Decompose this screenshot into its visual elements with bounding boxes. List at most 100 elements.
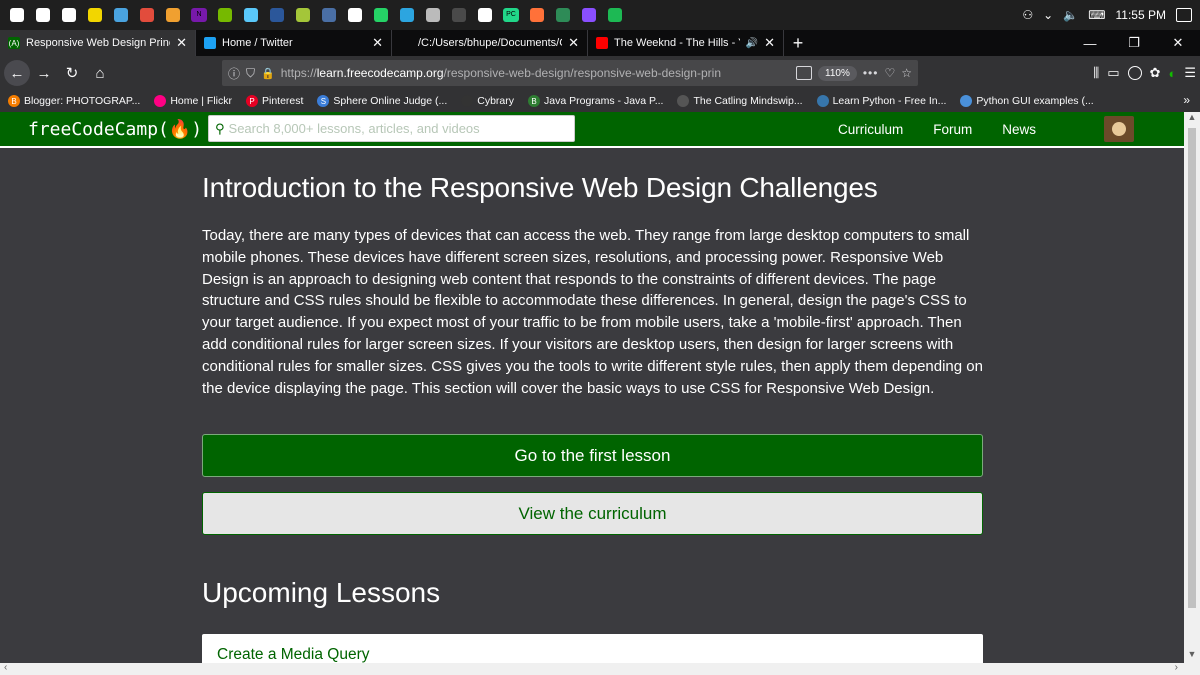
tab-close-icon[interactable]: ✕ — [764, 35, 775, 51]
taskbar-clock[interactable]: 11:55 PM — [1116, 8, 1166, 22]
view-curriculum-button[interactable]: View the curriculum — [202, 492, 983, 536]
bookmark-item[interactable]: Python GUI examples (... — [960, 95, 1107, 107]
horizontal-scrollbar[interactable]: ‹ › — [0, 662, 1200, 675]
library-icon[interactable]: ⫼ — [1093, 65, 1099, 81]
menu-icon[interactable]: ☰ — [1184, 65, 1196, 81]
web-page: freeCodeCamp(🔥) ⚲ Curriculum Forum News … — [0, 112, 1184, 663]
app-green-icon[interactable] — [550, 0, 576, 30]
reload-button[interactable]: ↻ — [58, 59, 86, 87]
pycharm-icon[interactable]: PC — [498, 0, 524, 30]
new-tab-button[interactable]: + — [784, 30, 812, 56]
back-button[interactable]: ← — [4, 60, 30, 86]
mail-icon[interactable] — [56, 0, 82, 30]
keyboard-icon[interactable]: ⌨ — [1088, 8, 1105, 22]
bookmark-star-icon[interactable]: ☆ — [901, 66, 912, 80]
browser-tab-bar: (A) Responsive Web Design Princip ✕ Home / … — [0, 30, 1200, 56]
photos-icon[interactable] — [160, 0, 186, 30]
volume-icon[interactable]: 🔈 — [1063, 8, 1078, 22]
android-icon[interactable] — [290, 0, 316, 30]
bookmark-label: Learn Python - Free In... — [832, 95, 947, 107]
restore-button[interactable]: ❐ — [1112, 35, 1156, 51]
chevron-up-icon[interactable]: ⌄ — [1043, 8, 1053, 22]
zoom-level-badge[interactable]: 110% — [818, 65, 857, 81]
extension-green-icon[interactable]: ◐ — [1168, 66, 1176, 81]
bookmark-item[interactable]: P Pinterest — [245, 95, 317, 107]
account-icon[interactable] — [1127, 66, 1142, 80]
bookmark-favicon-icon — [154, 95, 167, 107]
bookmarks-overflow-icon[interactable]: » — [1183, 93, 1190, 107]
bookmark-item[interactable]: Cybrary — [461, 95, 528, 107]
upcoming-lessons-heading: Upcoming Lessons — [202, 577, 441, 609]
info-icon[interactable]: ⓘ — [228, 65, 240, 82]
bookmark-item[interactable]: B Blogger: PHOTOGRAP... — [8, 95, 154, 107]
tab-close-icon[interactable]: ✕ — [568, 35, 579, 51]
scroll-up-icon[interactable]: ▲ — [1184, 112, 1200, 126]
lock-icon[interactable]: 🔒 — [261, 67, 275, 80]
search-icon: ⚲ — [215, 120, 225, 136]
browser-tab[interactable]: The Weeknd - The Hills - Yo 🔊 ✕ — [588, 30, 784, 56]
git-icon[interactable] — [472, 0, 498, 30]
extension-icon[interactable]: ✿ — [1150, 65, 1161, 81]
opera-icon[interactable] — [342, 0, 368, 30]
tab-audio-icon[interactable]: 🔊 — [746, 38, 758, 49]
sidebar-icon[interactable]: ▭ — [1107, 65, 1119, 81]
scroll-right-icon[interactable]: › — [1175, 662, 1178, 673]
itunes-icon[interactable] — [238, 0, 264, 30]
minimize-button[interactable]: — — [1068, 36, 1112, 51]
shield-icon[interactable]: ⛉ — [246, 66, 255, 81]
scroll-thumb[interactable] — [1188, 128, 1196, 608]
first-lesson-button[interactable]: Go to the first lesson — [202, 434, 983, 478]
whatsapp-icon[interactable] — [368, 0, 394, 30]
media-icon[interactable] — [316, 0, 342, 30]
gfe-icon[interactable] — [212, 0, 238, 30]
nav-link-forum[interactable]: Forum — [933, 122, 972, 137]
spotify-icon[interactable] — [602, 0, 628, 30]
people-icon[interactable]: ⚇ — [1022, 8, 1033, 22]
system-tray: ⚇ ⌄ 🔈 ⌨ 11:55 PM — [1022, 8, 1200, 22]
search-box[interactable]: ⚲ — [208, 115, 575, 142]
chrome-icon[interactable] — [134, 0, 160, 30]
task-view-icon[interactable] — [30, 0, 56, 30]
bookmark-item[interactable]: S Sphere Online Judge (... — [317, 95, 461, 107]
bookmark-item[interactable]: Learn Python - Free In... — [816, 95, 961, 107]
fcc-logo[interactable]: freeCodeCamp(🔥) — [0, 119, 208, 140]
user-avatar[interactable] — [1104, 116, 1134, 142]
url-bar[interactable]: ⓘ ⛉ 🔒 https://learn.freecodecamp.org/res… — [222, 60, 918, 86]
search-input[interactable] — [228, 121, 559, 136]
vertical-scrollbar[interactable]: ▲ ▼ — [1184, 112, 1200, 663]
app-purple-icon[interactable] — [576, 0, 602, 30]
pocket-icon[interactable]: ♡ — [884, 66, 895, 80]
firefox-icon[interactable] — [524, 0, 550, 30]
tab-close-icon[interactable]: ✕ — [176, 35, 187, 51]
close-window-button[interactable]: ✕ — [1156, 35, 1200, 51]
lesson-card[interactable]: Create a Media Query — [202, 634, 983, 663]
vscode-icon[interactable] — [420, 0, 446, 30]
page-actions-icon[interactable]: ••• — [863, 66, 879, 80]
reader-view-icon[interactable] — [796, 66, 813, 80]
notification-icon[interactable] — [1176, 8, 1192, 22]
sublime-icon[interactable] — [446, 0, 472, 30]
url-text[interactable]: https://learn.freecodecamp.org/responsiv… — [281, 66, 759, 80]
browser-tab[interactable]: /C:/Users/bhupe/Documents/GitHu ✕ — [392, 30, 588, 56]
bookmark-item[interactable]: B Java Programs - Java P... — [528, 95, 677, 107]
tab-close-icon[interactable]: ✕ — [372, 35, 383, 51]
scroll-left-icon[interactable]: ‹ — [4, 662, 7, 673]
browser-tab[interactable]: Home / Twitter ✕ — [196, 30, 392, 56]
telegram-icon[interactable] — [394, 0, 420, 30]
nav-link-curriculum[interactable]: Curriculum — [838, 122, 903, 137]
bookmark-item[interactable]: The Catling Mindswip... — [677, 95, 816, 107]
scroll-down-icon[interactable]: ▼ — [1184, 649, 1200, 663]
taskbar-pinned-apps: N PC — [0, 0, 628, 30]
forward-button[interactable]: → — [30, 59, 58, 87]
home-button[interactable]: ⌂ — [86, 59, 114, 87]
files-icon[interactable] — [108, 0, 134, 30]
onenote-icon[interactable]: N — [186, 0, 212, 30]
bookmark-item[interactable]: Home | Flickr — [154, 95, 246, 107]
lesson-link[interactable]: Create a Media Query — [217, 646, 370, 663]
word-icon[interactable] — [264, 0, 290, 30]
start-icon[interactable] — [4, 0, 30, 30]
nav-link-news[interactable]: News — [1002, 122, 1036, 137]
browser-navbar: ← → ↻ ⌂ ⓘ ⛉ 🔒 https://learn.freecodecamp… — [0, 56, 1200, 90]
sticky-notes-icon[interactable] — [82, 0, 108, 30]
browser-tab[interactable]: (A) Responsive Web Design Princip ✕ — [0, 30, 196, 56]
